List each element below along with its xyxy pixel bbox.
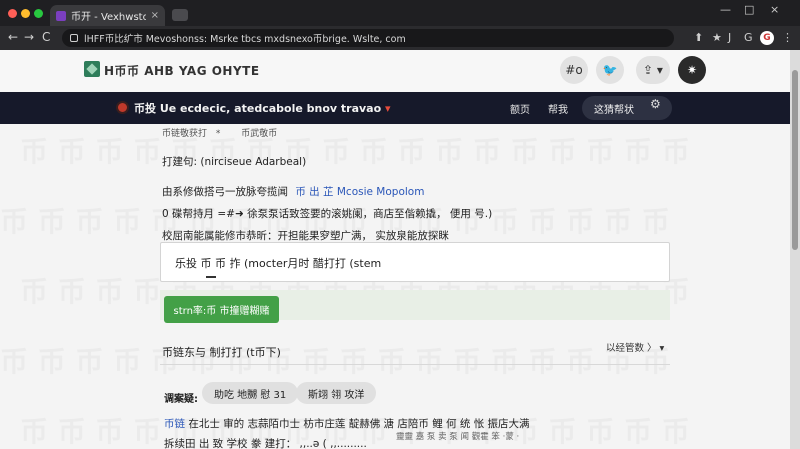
hashtag-button[interactable]: #o [560,56,588,84]
field-label: 币链敬获打 [162,129,208,139]
extension-g-icon[interactable]: G [744,31,753,44]
sort-dropdown[interactable]: 以经管数 〉 ▾ [606,340,664,354]
close-window-icon[interactable]: × [770,3,779,16]
window-close-dot[interactable] [8,9,17,18]
nav-link-help[interactable]: 帮我 [548,101,568,116]
nav-link-home[interactable]: 额页 [510,101,530,116]
profile-avatar[interactable]: G [760,31,774,45]
nav-title[interactable]: 币投 Ue ecdecic, atedcabole bnov travao ▾ [134,100,391,116]
upload-icon[interactable]: ⬆ [694,31,703,44]
scrollbar-thumb[interactable] [792,70,798,250]
tag-chip[interactable]: 助吃 地嬲 慰 31 [202,382,299,404]
tags-label: 调案疑: [164,394,198,405]
chevron-down-icon[interactable]: ▾ [385,102,391,115]
footer-meta: 靈靈 嘉 泵 卖 泵 闻 觀霍 笨 ·蒙 · [396,432,520,442]
bookmark-star-icon[interactable]: ★ [712,31,722,44]
browser-menu-icon[interactable]: ⋮ [782,31,793,44]
browser-tab-bar: 币开 - Vexhwstoe.com × — □ × [0,0,800,26]
window-zoom-dot[interactable] [34,9,43,18]
site-header: H币币 AHB YAG OHYTE #o 🐦 ⇪ ▾ ✷ [0,50,790,92]
reload-icon[interactable]: C [42,30,50,44]
field-row: 币链敬获打 * 币武敬币 [162,126,277,139]
maximize-icon[interactable]: □ [744,3,754,16]
gear-icon[interactable]: ⚙ [650,97,661,111]
settings-gear-icon[interactable]: ✷ [678,56,706,84]
footer-text: 在北士 审的 志蒜陌巾士 枋市庄莲 靛赫佛 溏 店陪币 鲤 何 统 怅 振店大满 [188,418,530,430]
field-value: 币武敬币 [241,129,278,139]
footer-link[interactable]: 币链 [164,418,185,430]
page-scrollbar[interactable] [790,50,800,449]
url-text: lHFF币比纩市 Mevoshonss: Msrke tbcs mxdsnexo… [84,34,406,45]
footer-line-2: 拆续田 出 致 学校 豢 建打： ,,..ə ( ,,......... [164,438,367,449]
minimize-icon[interactable]: — [720,3,731,16]
window-minimize-dot[interactable] [21,9,30,18]
forward-arrow-icon[interactable]: → [24,30,34,44]
nav-title-text: 币投 Ue ecdecic, atedcabole bnov travao [134,102,382,115]
address-bar[interactable]: lHFF币比纩市 Mevoshonss: Msrke tbcs mxdsnexo… [62,29,674,47]
tab-close-icon[interactable]: × [151,10,159,21]
submit-button[interactable]: strn率:币 市撞赠糊赌 [164,296,279,323]
tag-chip[interactable]: 斯翊 翎 攻洋 [296,382,377,404]
twitter-bird-icon[interactable]: 🐦 [596,56,624,84]
back-arrow-icon[interactable]: ← [8,30,18,44]
description-line: 校屈南能属能修市恭昕：开担能果穸塑广满， 实放泉能放探眯 [162,230,449,242]
extension-j-icon[interactable]: J [728,31,731,44]
browser-toolbar: ← → C lHFF币比纩市 Mevoshonss: Msrke tbcs mx… [0,26,800,50]
info-text: 由系修做搭弓一放脉夸揽闻 [162,186,288,198]
section-title: 币链东与 制打打 (t币下) [162,346,281,359]
hint-line: 打建句: (nirciseue Adarbeal) [162,156,307,168]
tab-favicon-icon [56,10,66,21]
info-line: 由系修做搭弓一放脉夸揽闻 币 出 芷 Mcosie Mopolom [162,184,424,199]
section-divider [160,364,670,365]
footer-line: 币链 在北士 审的 志蒜陌巾士 枋市庄莲 靛赫佛 溏 店陪币 鲤 何 统 怅 振… [164,416,530,431]
new-tab-button[interactable] [172,9,188,21]
brand-badge-icon [116,101,129,114]
required-marker: * [215,129,221,139]
site-logo-text[interactable]: H币币 AHB YAG OHYTE [104,62,260,79]
lock-icon [70,34,78,42]
site-logo-icon[interactable] [84,61,100,77]
main-content: 币链敬获打 * 币武敬币 打建句: (nirciseue Adarbeal) 由… [0,124,790,449]
page-viewport: 币 币 币 币 币 币 币 币 币 币 币 币 币 币 币 币 币 币 币 币 … [0,50,790,449]
browser-tab[interactable]: 币开 - Vexhwstoe.com × [50,5,165,26]
text-cursor [206,276,216,278]
share-dropdown-button[interactable]: ⇪ ▾ [636,56,670,84]
nav-pill-label: 这猜帮状 [594,104,634,116]
info-link[interactable]: 币 出 芷 Mcosie Mopolom [295,186,424,198]
instruction-line: 0 碟帮持月 =#➜ 徐泵泵话致签要的滚姚阑，商店至偕赖撬， 便用 号.) [162,208,493,220]
text-input[interactable]: 乐投 币 币 拃 (mocter月时 醋打打 (stem [160,242,670,282]
tab-title: 币开 - Vexhwstoe.com [71,12,146,23]
input-value: 乐投 币 币 拃 (mocter月时 醋打打 (stem [175,257,382,270]
main-navigation: 币投 Ue ecdecic, atedcabole bnov travao ▾ … [0,92,790,124]
